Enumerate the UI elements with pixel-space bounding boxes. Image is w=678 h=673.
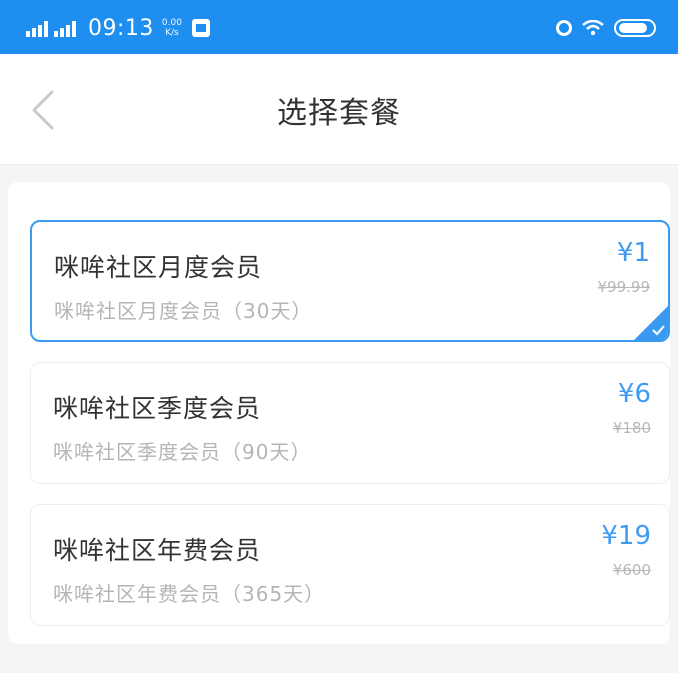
plan-name: 咪哞社区月度会员 — [54, 253, 263, 282]
signal-icon — [26, 19, 50, 37]
plan-price: ¥6 — [617, 379, 651, 409]
plan-card-quarterly[interactable]: 咪哞社区季度会员 咪哞社区季度会员（90天） ¥6 ¥180 — [30, 362, 670, 484]
notification-icon — [191, 19, 210, 37]
plan-description: 咪哞社区月度会员（30天） — [54, 299, 313, 323]
page-title: 选择套餐 — [277, 96, 401, 131]
status-bar: 09:13 0.00 K/s — [0, 0, 678, 54]
signal-icon-secondary — [54, 19, 78, 37]
plan-name: 咪哞社区年费会员 — [53, 536, 262, 565]
status-left-group: 09:13 0.00 K/s — [26, 14, 210, 42]
plan-price: ¥19 — [601, 521, 651, 551]
plan-original-price: ¥99.99 — [597, 278, 651, 296]
plan-price: ¥1 — [616, 238, 650, 268]
nav-bar: 选择套餐 — [0, 54, 678, 165]
plan-list-panel: 咪哞社区月度会员 咪哞社区月度会员（30天） ¥1 ¥99.99 咪哞社区季度会… — [8, 182, 670, 644]
wifi-icon — [582, 20, 604, 36]
plan-description: 咪哞社区年费会员（365天） — [53, 582, 326, 606]
network-speed: 0.00 K/s — [162, 18, 182, 38]
network-speed-value: 0.00 — [161, 18, 182, 28]
alarm-icon — [556, 20, 572, 36]
battery-icon — [614, 19, 656, 37]
status-time: 09:13 — [88, 15, 154, 41]
plan-card-monthly[interactable]: 咪哞社区月度会员 咪哞社区月度会员（30天） ¥1 ¥99.99 — [30, 220, 670, 342]
plan-original-price: ¥180 — [612, 419, 651, 437]
network-speed-unit: K/s — [165, 28, 179, 38]
selected-check-icon — [634, 306, 668, 340]
plan-card-yearly[interactable]: 咪哞社区年费会员 咪哞社区年费会员（365天） ¥19 ¥600 — [30, 504, 670, 626]
plan-name: 咪哞社区季度会员 — [53, 394, 262, 423]
plan-original-price: ¥600 — [612, 561, 651, 579]
status-right-group — [556, 14, 656, 42]
plan-description: 咪哞社区季度会员（90天） — [53, 440, 312, 464]
